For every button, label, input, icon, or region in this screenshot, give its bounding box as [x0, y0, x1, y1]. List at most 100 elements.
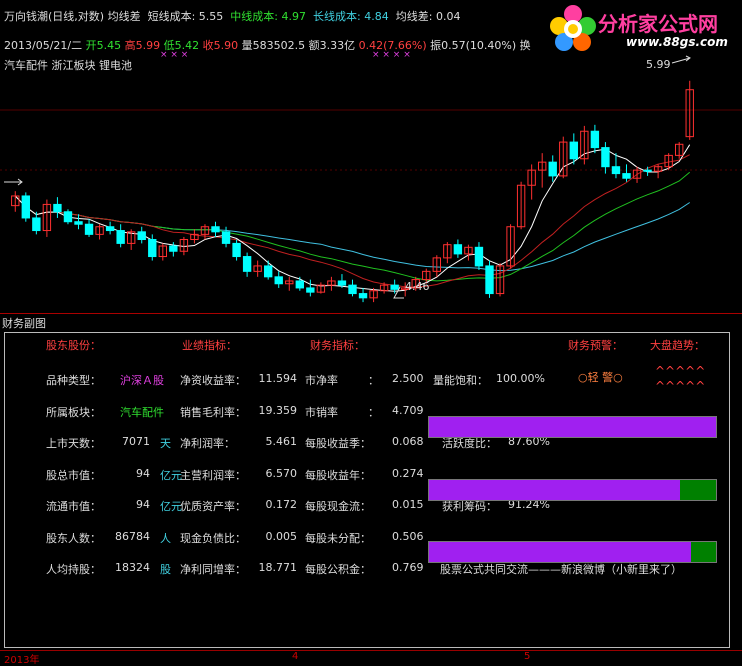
row-label-2: 主营利润率： — [180, 469, 246, 482]
row-value-3: 2.500 — [392, 372, 424, 385]
volume-saturation-bar — [428, 416, 717, 438]
activity-bar — [428, 479, 717, 501]
candle-body — [137, 231, 146, 241]
ma-red-line — [14, 154, 690, 288]
row-value-3: 0.769 — [392, 561, 424, 574]
row-colon-3: ： — [368, 374, 379, 387]
candle-body — [590, 130, 600, 149]
row-label-1: 所属板块： — [46, 406, 101, 419]
row-value-2: 19.359 — [258, 404, 298, 417]
row-label-3: 每股未分配： — [305, 532, 371, 545]
short-cost-label: 短线成本: — [147, 10, 196, 23]
candle-body — [74, 221, 83, 225]
long-cost-value: 4.84 — [364, 10, 389, 23]
row-value-2: 11.594 — [258, 372, 298, 385]
sector-tags: 汽车配件 浙江板块 锂电池 — [4, 59, 132, 72]
turnover-label: 换 — [519, 39, 531, 52]
row-label-1: 上市天数： — [46, 437, 101, 450]
row-value-2: 0.172 — [265, 498, 298, 511]
candle-body — [274, 276, 283, 285]
candle-body — [569, 141, 578, 160]
logo-text: 分析家公式网 — [598, 12, 718, 36]
chart-header: 万向钱潮(日线,对数) 均线差 短线成本: 5.55 中线成本: 4.97 长线… — [4, 8, 460, 24]
row-value-2: 6.570 — [265, 467, 298, 480]
candle-body — [63, 211, 73, 223]
candle-body — [84, 223, 94, 235]
chart-title: 万向钱潮(日线,对数) 均线差 — [4, 10, 141, 23]
panel-divider — [0, 313, 742, 314]
row-label-3: 每股收益年： — [305, 469, 371, 482]
candle-body — [21, 195, 30, 219]
open-label: 开 — [85, 39, 97, 52]
row-value-1: 86784 — [115, 530, 150, 543]
row-value-3: 0.506 — [392, 530, 424, 543]
row-unit-1: 亿元 — [160, 469, 182, 482]
amount-label: 额 — [308, 39, 320, 52]
row-value-3: 0.068 — [392, 435, 424, 448]
hdr-holders: 股东股份： — [46, 339, 101, 352]
candle-body — [474, 246, 484, 267]
quote-line: 2013/05/21/二 开5.45 高5.99 低5.42 收5.90 量58… — [4, 37, 531, 53]
volume-value: 583502.5 — [252, 39, 306, 52]
row-label-2: 净利润率： — [180, 437, 235, 450]
candle-body — [358, 293, 368, 299]
row-label-1: 股东人数： — [46, 532, 101, 545]
row-value-3: 4.709 — [392, 404, 424, 417]
row-label-4: 量能饱和： — [433, 374, 488, 387]
ma-diff-label: 均线差: — [395, 10, 433, 23]
row-value-1: 7071 — [122, 435, 150, 448]
row-unit-1: 人 — [160, 532, 171, 545]
high-price-label: 5.99 — [646, 58, 671, 71]
candle-body — [232, 242, 241, 258]
row-label-2: 净利同增率： — [180, 563, 246, 576]
axis-m5: 5 — [524, 651, 531, 662]
row-label-1: 流通市值： — [46, 500, 101, 513]
ma-diff-value: 0.04 — [435, 10, 461, 23]
row-label-1: 股总市值： — [46, 469, 101, 482]
high-arrow-icon — [671, 55, 691, 64]
left-marker-icon — [4, 178, 23, 186]
mid-cost-label: 中线成本: — [230, 10, 279, 23]
axis-m4: 4 — [292, 651, 299, 662]
long-cost-line — [14, 195, 690, 272]
short-cost-line — [14, 144, 691, 292]
date-axis: 2013年 4 5 — [0, 650, 742, 666]
row-label-3: 市销率 — [305, 406, 338, 419]
candle-body — [548, 161, 557, 177]
close-value: 5.90 — [213, 39, 239, 52]
row-label-1: 人均持股： — [46, 563, 101, 576]
hdr-market-trend: 大盘趋势： — [650, 339, 705, 352]
row-value-3: 0.015 — [392, 498, 424, 511]
row-unit-1: 股 — [160, 563, 171, 576]
row-label-3: 市净率 — [305, 374, 338, 387]
row-value-1: 94 — [136, 498, 150, 511]
bar-remainder — [690, 542, 716, 562]
panel-title: 财务副图 — [2, 317, 46, 330]
open-value: 5.45 — [96, 39, 122, 52]
candle-body — [169, 245, 178, 252]
candle-body — [148, 239, 157, 258]
row-value-1: 18324 — [115, 561, 150, 574]
candle-body — [32, 217, 41, 232]
hdr-financial: 财务指标： — [310, 339, 365, 352]
row-unit-1: 天 — [160, 437, 171, 450]
amount-value: 3.33亿 — [319, 39, 356, 52]
trend-arrows: ^^^^^ ^^^^^ — [655, 364, 706, 393]
row-label-3: 每股现金流： — [305, 500, 371, 513]
short-cost-value: 5.55 — [198, 10, 224, 23]
row-label-2: 销售毛利率： — [180, 406, 246, 419]
candle-body — [105, 226, 115, 232]
candle-body — [485, 265, 494, 295]
sector-line: 汽车配件 浙江板块 锂电池 — [4, 57, 132, 73]
row-value-1: 汽车配件 — [120, 406, 164, 419]
row-value-1: 沪深Ａ股 — [120, 374, 164, 387]
bar-remainder — [680, 480, 716, 500]
quote-date: 2013/05/21/二 — [4, 39, 83, 52]
close-label: 收 — [202, 39, 214, 52]
profit-chips-bar — [428, 541, 717, 563]
site-logo[interactable]: 分析家公式网 www.88gs.com — [548, 4, 740, 52]
candle-body — [348, 284, 357, 295]
amplitude-value: 0.57(10.40%) — [441, 39, 517, 52]
high-value: 5.99 — [135, 39, 161, 52]
row-label-3: 每股公积金： — [305, 563, 371, 576]
